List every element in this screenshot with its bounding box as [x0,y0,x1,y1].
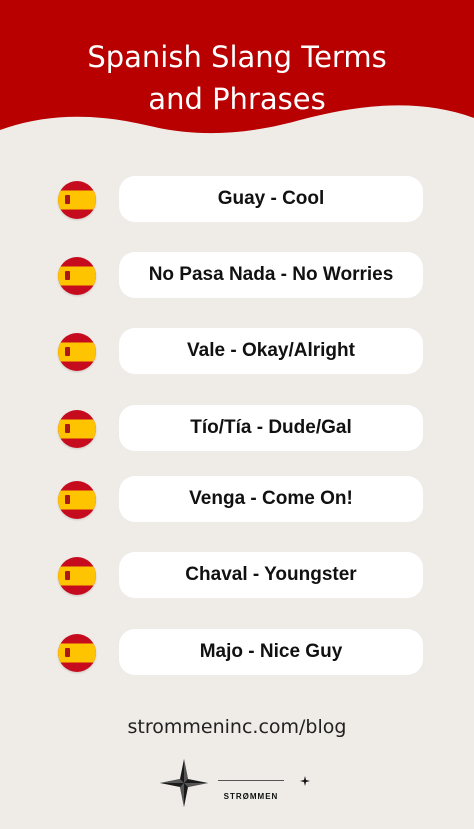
slang-term-pill: Guay - Cool [119,176,423,222]
list-item: Tío/Tía - Dude/Gal [0,405,474,453]
list-item: No Pasa Nada - No Worries [0,252,474,300]
spain-flag-icon [58,410,96,448]
slang-term-pill: No Pasa Nada - No Worries [119,252,423,298]
small-star-icon [300,776,310,786]
blog-url[interactable]: strommeninc.com/blog [0,716,474,738]
spain-flag-icon [58,333,96,371]
spain-flag-icon [58,181,96,219]
spain-flag-icon [58,257,96,295]
slang-term-pill: Tío/Tía - Dude/Gal [119,405,423,451]
header-banner: Spanish Slang Terms and Phrases [0,0,474,150]
spain-flag-icon [58,481,96,519]
slang-term-pill: Majo - Nice Guy [119,629,423,675]
list-item: Majo - Nice Guy [0,629,474,677]
list-item: Venga - Come On! [0,476,474,524]
spain-flag-icon [58,557,96,595]
page-title: Spanish Slang Terms and Phrases [0,36,474,120]
slang-term-pill: Chaval - Youngster [119,552,423,598]
brand-name: STRØMMEN [223,792,279,801]
list-item: Vale - Okay/Alright [0,328,474,376]
compass-star-logo-icon [160,759,208,807]
title-line-2: and Phrases [148,82,326,116]
list-item: Guay - Cool [0,176,474,224]
slang-term-pill: Venga - Come On! [119,476,423,522]
list-item: Chaval - Youngster [0,552,474,600]
slang-term-pill: Vale - Okay/Alright [119,328,423,374]
logo-divider [218,780,284,781]
title-line-1: Spanish Slang Terms [87,40,387,74]
spain-flag-icon [58,634,96,672]
